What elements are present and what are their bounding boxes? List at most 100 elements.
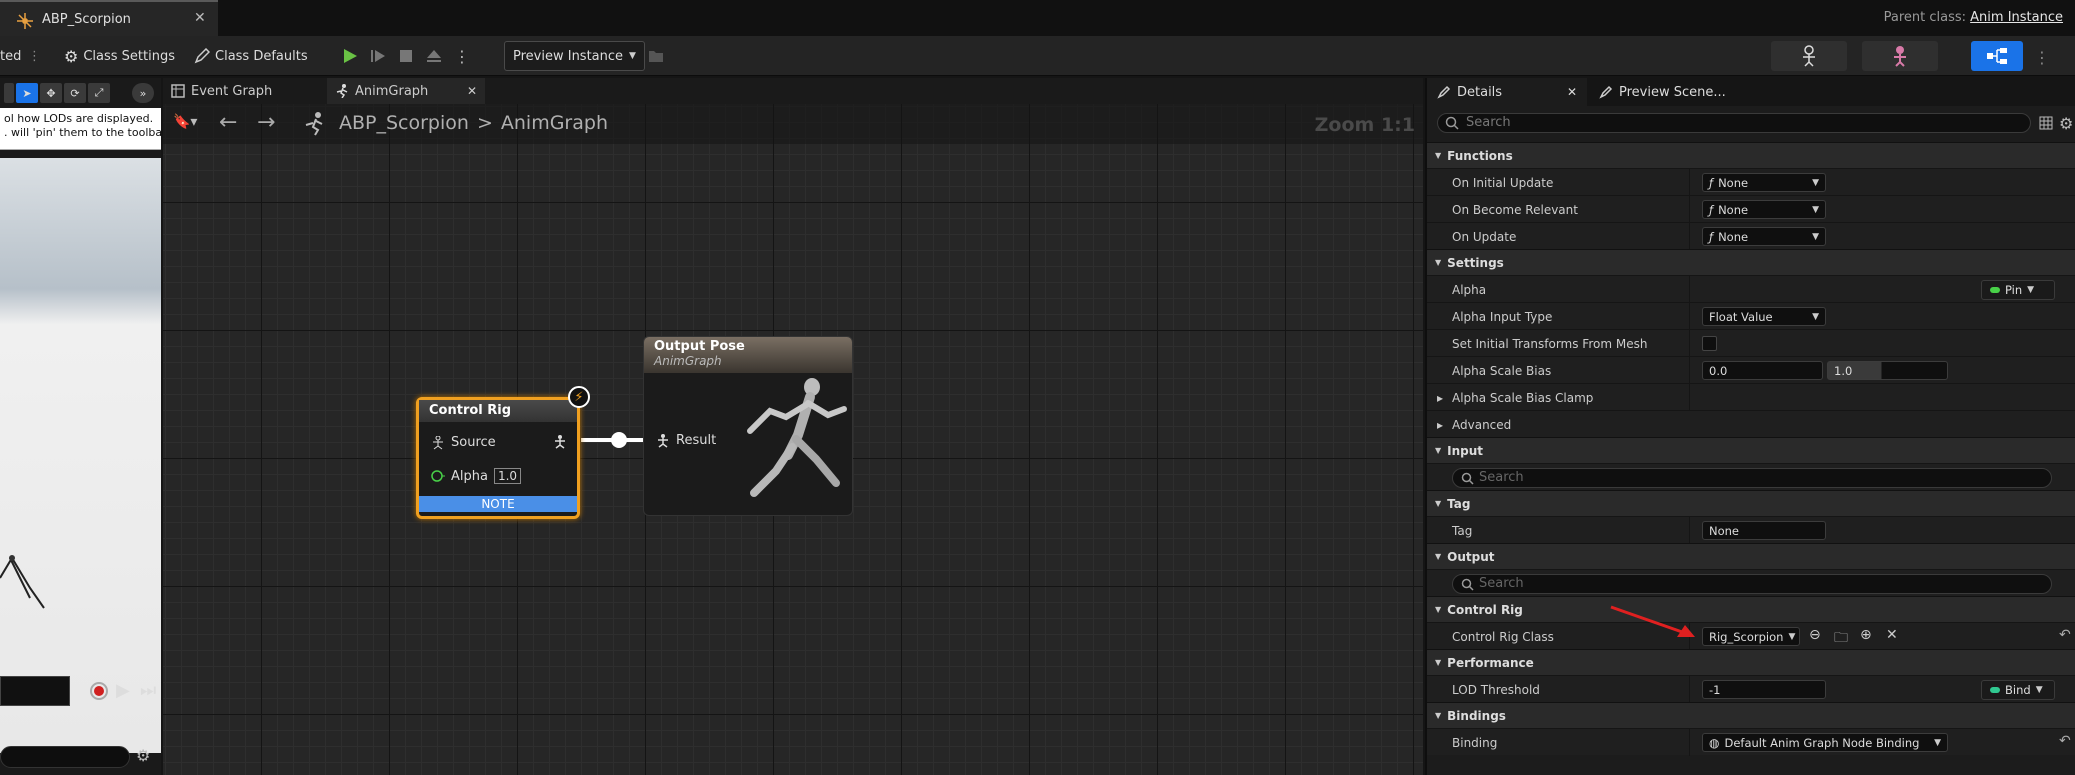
tab-anim-graph[interactable]: AnimGraph ✕: [327, 78, 485, 104]
anim-graph-canvas[interactable]: 🔖▾ ← → ABP_Scorpion > AnimGraph Zoom 1:1…: [163, 104, 1423, 775]
alpha-pin-value[interactable]: 1.0: [493, 468, 522, 484]
section-functions[interactable]: ▼ Functions: [1427, 142, 2075, 168]
document-tab[interactable]: ABP_Scorpion ✕: [0, 0, 218, 36]
skeleton-mode-button[interactable]: [1771, 41, 1847, 71]
control-rig-node[interactable]: Control Rig Source Alpha 1.0 NOTE: [416, 397, 580, 519]
on-update-dropdown[interactable]: ƒ None ▼: [1702, 227, 1826, 246]
alpha-pin-label: Alpha: [451, 468, 488, 484]
viewport-search-input[interactable]: [0, 746, 130, 768]
tab-event-graph-label: Event Graph: [191, 83, 273, 99]
control-rig-class-dropdown[interactable]: Rig_Scorpion ▼: [1702, 627, 1800, 646]
output-pose-node[interactable]: Output Pose AnimGraph Result: [643, 336, 853, 516]
section-functions-label: Functions: [1447, 148, 1513, 163]
lod-threshold-value: -1: [1709, 682, 1721, 697]
mode-options-icon[interactable]: ⋮: [2034, 48, 2050, 67]
rotate-tool-icon[interactable]: ⟳: [64, 83, 86, 103]
stop-button[interactable]: [392, 42, 420, 70]
section-tag[interactable]: ▼ Tag: [1427, 490, 2075, 516]
set-initial-transforms-checkbox[interactable]: [1702, 336, 1717, 351]
tab-preview-scene[interactable]: Preview Scene...: [1589, 78, 1739, 106]
close-icon[interactable]: ✕: [194, 10, 206, 26]
tab-details[interactable]: Details ✕: [1427, 78, 1587, 106]
more-options-icon[interactable]: ⋮: [28, 44, 41, 68]
timeline-input[interactable]: [0, 676, 70, 706]
close-tab-icon[interactable]: ✕: [1567, 85, 1577, 99]
stop-icon: [400, 50, 412, 62]
row-alpha: Alpha Pin ▼: [1427, 275, 2075, 303]
row-advanced[interactable]: ▸ Advanced: [1427, 410, 2075, 437]
section-performance-label: Performance: [1447, 655, 1534, 670]
alpha-pin[interactable]: Alpha 1.0: [431, 468, 522, 484]
mesh-mode-button[interactable]: [1862, 41, 1938, 71]
binding-dropdown[interactable]: ◍ Default Anim Graph Node Binding ▼: [1702, 733, 1948, 752]
step-forward-icon[interactable]: ⏭: [140, 680, 156, 701]
parent-class-link[interactable]: Anim Instance: [1970, 10, 2063, 25]
alpha-pin-dropdown[interactable]: Pin ▼: [1981, 280, 2055, 300]
scale-tool-icon[interactable]: ⤢: [88, 83, 110, 103]
play-preview-icon[interactable]: ▶: [116, 680, 130, 701]
details-panel: Details ✕ Preview Scene... Search ⚙ ▼ Fun…: [1425, 78, 2075, 775]
section-bindings-label: Bindings: [1447, 708, 1506, 723]
section-settings-label: Settings: [1447, 255, 1504, 270]
wire-knot[interactable]: [611, 432, 627, 448]
preview-viewport[interactable]: ➤ ✥ ⟳ ⤢ » ol how LODs are displayed. . w…: [0, 78, 161, 775]
section-control-rig[interactable]: ▼ Control Rig: [1427, 596, 2075, 622]
on-become-relevant-dropdown[interactable]: ƒ None ▼: [1702, 200, 1826, 219]
expanded-arrow-icon: ▼: [1435, 605, 1442, 614]
viewport-tools: ➤ ✥ ⟳ ⤢ »: [4, 83, 154, 103]
output-pose-pin-icon[interactable]: [553, 435, 567, 449]
use-selected-icon[interactable]: ⊖: [1809, 627, 1821, 643]
function-icon: ƒ: [1709, 202, 1714, 217]
eject-button[interactable]: [420, 42, 448, 70]
viewport-menu-button[interactable]: [4, 83, 14, 103]
source-pin[interactable]: Source: [431, 435, 496, 450]
lod-threshold-input[interactable]: -1: [1702, 680, 1826, 699]
section-performance[interactable]: ▼ Performance: [1427, 649, 2075, 675]
tab-event-graph[interactable]: Event Graph: [163, 78, 323, 104]
step-button[interactable]: [364, 42, 392, 70]
blueprint-mode-button[interactable]: [1971, 41, 2023, 71]
section-output[interactable]: ▼ Output: [1427, 543, 2075, 569]
alpha-scale-bias-max-input[interactable]: 1.0: [1827, 361, 1948, 380]
input-search-field[interactable]: Search: [1452, 468, 2052, 488]
add-icon[interactable]: ⊕: [1860, 627, 1872, 643]
section-settings[interactable]: ▼ Settings: [1427, 249, 2075, 275]
pencil-icon: [1437, 85, 1451, 99]
alpha-input-type-value: Float Value: [1709, 309, 1773, 324]
settings-gear-icon[interactable]: ⚙: [136, 746, 150, 765]
result-pin-label: Result: [676, 433, 717, 448]
binding-label: Binding: [1452, 736, 1498, 750]
select-tool-icon[interactable]: ➤: [16, 83, 38, 103]
output-search-field[interactable]: Search: [1452, 574, 2052, 594]
play-button[interactable]: [336, 42, 364, 70]
table-view-icon[interactable]: [2039, 116, 2053, 130]
settings-gear-icon[interactable]: ⚙: [2059, 114, 2073, 133]
result-pin[interactable]: Result: [656, 433, 716, 448]
play-options-icon[interactable]: ⋮: [448, 42, 476, 70]
reset-to-default-icon[interactable]: ↶: [2059, 627, 2071, 643]
alpha-scale-bias-min-input[interactable]: 0.0: [1702, 361, 1823, 380]
record-icon: [94, 686, 104, 696]
row-alpha-scale-bias-clamp[interactable]: ▸ Alpha Scale Bias Clamp: [1427, 383, 2075, 411]
close-tab-icon[interactable]: ✕: [467, 84, 477, 98]
reset-to-default-icon[interactable]: ↶: [2059, 733, 2071, 749]
section-input[interactable]: ▼ Input: [1427, 437, 2075, 463]
section-bindings[interactable]: ▼ Bindings: [1427, 702, 2075, 728]
clear-icon[interactable]: ✕: [1886, 627, 1898, 643]
class-settings-button[interactable]: ⚙ Class Settings: [64, 44, 175, 68]
row-on-become-relevant: On Become Relevant ƒ None ▼: [1427, 195, 2075, 223]
expand-toolbar-icon[interactable]: »: [132, 83, 154, 103]
folder-icon: [649, 51, 663, 62]
browse-folder-icon[interactable]: 🗀: [1834, 627, 1848, 651]
class-defaults-button[interactable]: Class Defaults: [194, 44, 308, 68]
on-initial-update-dropdown[interactable]: ƒ None ▼: [1702, 173, 1826, 192]
tag-input[interactable]: None: [1702, 521, 1826, 540]
lod-threshold-bind-dropdown[interactable]: Bind ▼: [1981, 680, 2055, 700]
function-icon: ƒ: [1709, 175, 1714, 190]
details-search-input[interactable]: Search: [1437, 113, 2031, 133]
alpha-input-type-dropdown[interactable]: Float Value ▼: [1702, 307, 1826, 326]
record-button[interactable]: [90, 682, 108, 700]
translate-tool-icon[interactable]: ✥: [40, 83, 62, 103]
preview-instance-dropdown[interactable]: Preview Instance ▼: [504, 41, 645, 71]
debug-filter-button[interactable]: [642, 42, 670, 70]
